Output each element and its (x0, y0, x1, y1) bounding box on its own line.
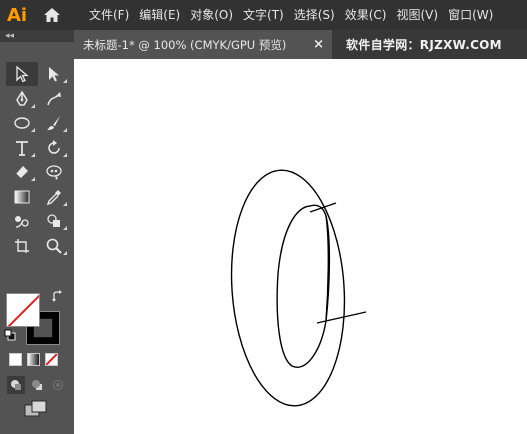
tool-flyout-indicator (63, 250, 67, 255)
paintbrush-icon (47, 116, 60, 131)
tool-flyout-indicator (63, 226, 67, 231)
menu-object[interactable]: 对象(O) (185, 0, 238, 30)
artboard-icon (15, 238, 29, 253)
blend-tool[interactable] (6, 209, 38, 233)
paintbrush-tool[interactable] (38, 111, 70, 135)
rotate-icon (48, 139, 60, 154)
ellipse-tool[interactable] (6, 111, 38, 135)
artwork (224, 166, 367, 409)
fill-stroke-control (4, 290, 68, 345)
puppet-warp-icon (46, 165, 62, 181)
draw-inside-icon (52, 379, 64, 391)
puppet-warp-tool[interactable] (38, 160, 70, 184)
rotate-tool[interactable] (38, 136, 70, 160)
shape-builder-tool[interactable] (38, 209, 70, 233)
gradient-icon (14, 190, 30, 204)
tool-flyout-indicator (63, 79, 67, 84)
draw-behind-icon (32, 380, 42, 390)
draw-inside-button[interactable] (49, 376, 67, 394)
screen-mode-icon (24, 400, 47, 417)
type-tool[interactable] (6, 136, 38, 160)
outer-ellipse-path[interactable] (224, 166, 352, 409)
none-mode-button[interactable] (45, 353, 58, 366)
tool-flyout-indicator (31, 152, 35, 157)
document-tab-bar: 未标题-1* @ 100% (CMYK/GPU 预览) × 软件自学网：RJZX… (74, 30, 527, 59)
tool-flyout-indicator (63, 201, 67, 206)
gradient-tool[interactable] (6, 185, 38, 209)
eraser-tool[interactable] (6, 160, 38, 184)
eraser-icon (15, 166, 28, 179)
inner-ring-path[interactable] (276, 204, 331, 368)
home-icon (44, 8, 60, 22)
tools-panel: ◂◂ (0, 30, 74, 434)
fill-swatch[interactable] (6, 293, 40, 327)
cut-line-bottom[interactable] (316, 311, 367, 324)
collapse-panel-button[interactable]: ◂◂ (0, 30, 74, 42)
menu-view[interactable]: 视图(V) (391, 0, 443, 30)
swap-fill-stroke-icon[interactable] (51, 289, 65, 303)
eyedropper-icon (46, 189, 61, 205)
ellipse-icon (14, 117, 30, 129)
selection-arrow-icon (16, 65, 29, 83)
menu-effect[interactable]: 效果(C) (340, 0, 392, 30)
selection-tool[interactable] (6, 62, 38, 87)
menu-window[interactable]: 窗口(W) (443, 0, 498, 30)
app-logo: Ai (6, 4, 28, 26)
menu-edit[interactable]: 编辑(E) (134, 0, 185, 30)
close-tab-button[interactable]: × (313, 37, 324, 52)
pen-tool[interactable] (6, 87, 38, 111)
type-icon (16, 140, 28, 156)
menu-items: 文件(F) 编辑(E) 对象(O) 文字(T) 选择(S) 效果(C) 视图(V… (84, 0, 498, 30)
direct-selection-tool[interactable] (38, 62, 70, 86)
menu-select[interactable]: 选择(S) (289, 0, 340, 30)
shape-builder-icon (47, 214, 60, 228)
draw-normal-icon (11, 380, 21, 390)
tool-flyout-indicator (31, 103, 35, 108)
none-slash-icon (7, 294, 39, 326)
draw-mode-buttons (7, 376, 67, 394)
draw-normal-button[interactable] (7, 376, 25, 394)
artboard-canvas[interactable] (74, 59, 527, 434)
direct-selection-arrow-icon (49, 67, 59, 82)
tool-flyout-indicator (63, 152, 67, 157)
document-tab-label: 未标题-1* @ 100% (CMYK/GPU 预览) (83, 37, 287, 52)
menu-file[interactable]: 文件(F) (84, 0, 134, 30)
tool-flyout-indicator (31, 128, 35, 133)
blend-icon (15, 216, 29, 228)
color-mode-buttons (9, 353, 58, 366)
document-tab[interactable]: 未标题-1* @ 100% (CMYK/GPU 预览) × (74, 30, 332, 59)
tool-flyout-indicator (31, 177, 35, 182)
magnifier-icon (46, 238, 62, 254)
menu-bar: Ai 文件(F) 编辑(E) 对象(O) 文字(T) 选择(S) 效果(C) 视… (0, 0, 527, 30)
draw-behind-button[interactable] (28, 376, 46, 394)
tool-flyout-indicator (63, 128, 67, 133)
zoom-tool[interactable] (38, 234, 70, 258)
screen-mode-button[interactable] (24, 400, 48, 418)
watermark-text: 软件自学网：RJZXW.COM (346, 38, 502, 52)
home-button[interactable] (34, 0, 70, 30)
tool-grid (0, 62, 74, 258)
artboard-tool[interactable] (6, 234, 38, 258)
menu-type[interactable]: 文字(T) (238, 0, 289, 30)
pen-icon (16, 90, 28, 106)
default-fill-stroke-icon[interactable] (4, 329, 16, 341)
color-mode-button[interactable] (9, 353, 22, 366)
none-slash-icon (46, 354, 57, 365)
curvature-tool[interactable] (38, 87, 70, 111)
curvature-pen-icon (47, 91, 61, 105)
gradient-mode-button[interactable] (27, 353, 40, 366)
eyedropper-tool[interactable] (38, 185, 70, 209)
